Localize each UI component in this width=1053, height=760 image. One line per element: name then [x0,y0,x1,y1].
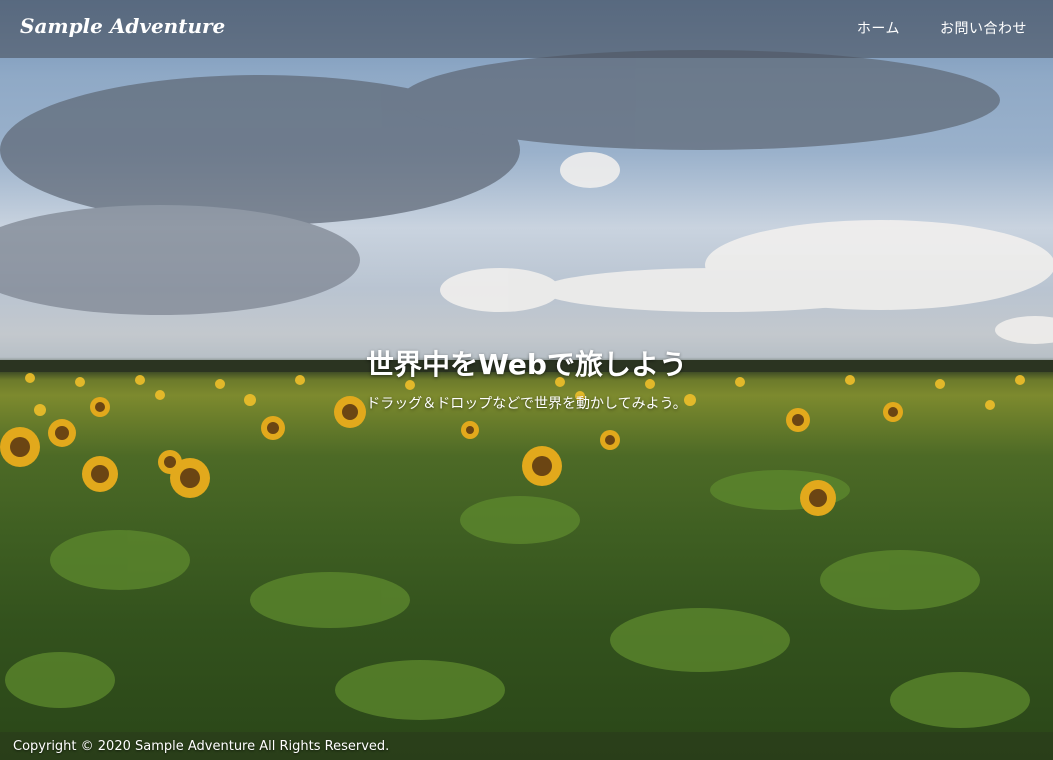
copyright-text: Copyright © 2020 Sample Adventure All Ri… [13,739,390,754]
hero-subheadline: ドラッグ＆ドロップなどで世界を動かしてみよう。 [366,396,687,412]
white-clouds [440,152,1053,344]
nav-link-home[interactable]: ホーム [857,18,900,38]
nav-link-contact[interactable]: お問い合わせ [940,18,1027,38]
hero-headline: 世界中をWebで旅しよう [366,348,687,381]
nav-menu: ホーム お問い合わせ [857,18,1027,38]
leaves [5,470,1030,728]
brand-logo-link[interactable]: Sample Adventure [20,14,225,38]
top-navbar: Sample Adventure ホーム お問い合わせ [0,0,1053,58]
footer: Copyright © 2020 Sample Adventure All Ri… [0,732,1053,760]
